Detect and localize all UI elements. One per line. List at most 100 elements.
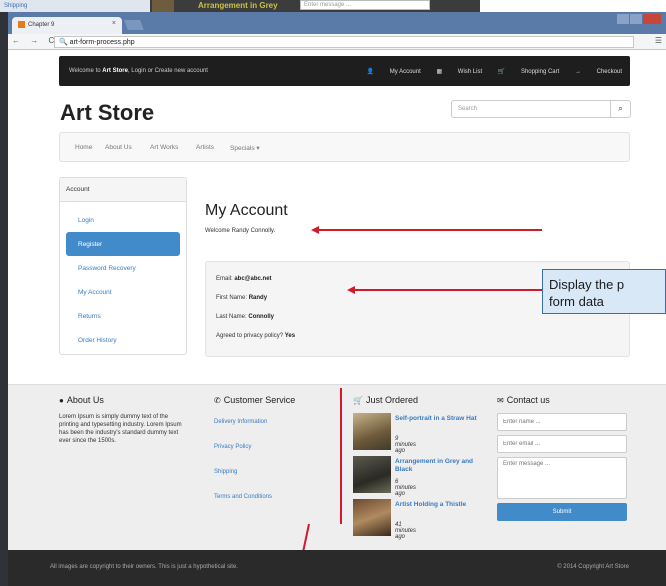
window-controls — [616, 14, 662, 26]
order-time: 9 minutes ago — [395, 436, 417, 454]
order-title[interactable]: Self-portrait in a Straw Hat — [395, 415, 483, 423]
background-message-input: Enter message ... — [300, 0, 430, 10]
footer-about: ● About Us Lorem Ipsum is simply dummy te… — [59, 395, 189, 445]
copyright-bar: All images are copyright to their owners… — [8, 550, 666, 586]
privacy-row: Agreed to privacy policy? Yes — [216, 333, 296, 339]
footer: ● About Us Lorem Ipsum is simply dummy te… — [8, 384, 666, 550]
sidebar-item-my-account[interactable]: My Account — [60, 280, 186, 304]
footer-just-ordered: 🛒 Just Ordered Self-portrait in a Straw H… — [353, 395, 477, 542]
background-panel — [480, 0, 666, 12]
store-name: Art Store — [102, 68, 128, 74]
footer-contact: ✉Contact us Submit — [497, 395, 627, 521]
url-text: art-form-process.php — [69, 39, 135, 46]
tab-close-icon[interactable]: × — [112, 20, 116, 27]
message-field[interactable] — [497, 457, 627, 499]
first-name-value: Randy — [248, 295, 268, 301]
cart-icon: 🛒 — [353, 396, 363, 405]
copyright-notice: All images are copyright to their owners… — [50, 564, 238, 570]
shipping-link[interactable]: Shipping — [214, 469, 295, 475]
nav-artists[interactable]: Artists — [196, 144, 214, 151]
nav-specials[interactable]: Specials ▾ — [230, 144, 260, 152]
page-title: My Account — [205, 202, 288, 219]
background-thumbnail — [152, 0, 174, 12]
submit-button[interactable]: Submit — [497, 503, 627, 521]
email-field[interactable] — [497, 435, 627, 453]
last-name-row: Last Name: Connolly — [216, 314, 275, 320]
maximize-icon[interactable] — [630, 14, 642, 24]
tab-title: Chapter 9 — [28, 22, 55, 29]
sidebar-item-register[interactable]: Register — [66, 232, 180, 256]
shopping-cart-link[interactable]: 🛒 Shopping Cart — [498, 69, 560, 75]
wish-list-link[interactable]: ▦ Wish List — [436, 69, 482, 75]
annotation-callout: Display the p form data — [542, 269, 666, 314]
top-bar: Welcome to Art Store, Login or Create ne… — [59, 56, 630, 86]
address-bar: ← → C 🔍 art-form-process.php ☰ — [8, 34, 666, 50]
search-placeholder: Search — [458, 106, 478, 112]
new-tab-button[interactable] — [124, 20, 144, 30]
background-link: Shipping — [0, 0, 150, 12]
order-item: Artist Holding a Thistle 41 minutes ago — [353, 499, 466, 542]
minimize-icon[interactable] — [617, 14, 629, 24]
about-text: Lorem Ipsum is simply dummy text of the … — [59, 414, 182, 444]
order-title[interactable]: Arrangement in Grey and Black — [395, 458, 483, 474]
info-icon: ● — [59, 396, 64, 405]
sidebar-item-order-history[interactable]: Order History — [60, 328, 186, 352]
nav-about[interactable]: About Us — [105, 144, 132, 151]
terms-link[interactable]: Terms and Conditions — [214, 494, 295, 500]
privacy-value: Yes — [284, 333, 296, 339]
order-time: 6 minutes ago — [395, 479, 417, 497]
copyright-year: © 2014 Copyright Art Store — [557, 564, 629, 570]
name-field[interactable] — [497, 413, 627, 431]
callout-line-1: Display the p — [549, 277, 625, 292]
menu-icon[interactable]: ☰ — [655, 36, 662, 45]
my-account-link[interactable]: 👤 My Account — [367, 69, 421, 75]
artwork-thumbnail[interactable] — [353, 499, 391, 536]
nav-home[interactable]: Home — [75, 144, 92, 151]
sidebar-item-returns[interactable]: Returns — [60, 304, 186, 328]
privacy-link[interactable]: Privacy Policy — [214, 444, 295, 450]
close-window-icon[interactable] — [643, 14, 661, 24]
order-title[interactable]: Artist Holding a Thistle — [395, 501, 483, 509]
email-row: Email: abc@abc.net — [216, 276, 272, 282]
sidebar-item-password-recovery[interactable]: Password Recovery — [60, 256, 186, 280]
favicon-icon — [18, 21, 25, 28]
first-name-row: First Name: Randy — [216, 295, 268, 301]
sidebar-item-login[interactable]: Login — [60, 208, 186, 232]
search-icon[interactable]: ⌕ — [610, 101, 630, 117]
email-value: abc@abc.net — [234, 276, 272, 282]
footer-service: ✆ Customer Service Delivery Information P… — [214, 395, 295, 519]
search-input[interactable]: Search ⌕ — [451, 100, 631, 118]
page: Welcome to Art Store, Login or Create ne… — [8, 50, 666, 586]
nav-artworks[interactable]: Art Works — [150, 144, 178, 151]
phone-icon: ✆ — [214, 396, 221, 405]
artwork-thumbnail[interactable] — [353, 413, 391, 450]
artwork-thumbnail[interactable] — [353, 456, 391, 493]
delivery-link[interactable]: Delivery Information — [214, 419, 295, 425]
callout-line-2: form data — [549, 294, 604, 309]
account-sidebar: Account Login Register Password Recovery… — [59, 177, 187, 355]
checkout-link[interactable]: → Checkout — [575, 69, 622, 75]
main-nav: Home About Us Art Works Artists Specials… — [59, 132, 630, 162]
tab-bar: Chapter 9 × — [8, 12, 666, 34]
annotation-arrowhead — [311, 226, 319, 234]
brand-logo[interactable]: Art Store — [60, 100, 154, 126]
annotation-arrow-shaft — [354, 289, 542, 291]
sidebar-heading: Account — [60, 178, 186, 202]
background-title: Arrangement in Grey — [198, 1, 278, 10]
about-title: About Us — [66, 395, 104, 405]
browser-tab[interactable]: Chapter 9 × — [12, 17, 122, 34]
order-item: Self-portrait in a Straw Hat 9 minutes a… — [353, 413, 477, 456]
order-item: Arrangement in Grey and Black 6 minutes … — [353, 456, 473, 499]
nav-buttons[interactable]: ← → C — [12, 36, 58, 45]
annotation-arrow-shaft — [318, 229, 542, 231]
welcome-message: Welcome Randy Connolly. — [205, 228, 276, 234]
service-title: Customer Service — [223, 395, 296, 405]
top-links: 👤 My Account ▦ Wish List 🛒 Shopping Cart… — [353, 68, 622, 75]
background-window: Shipping Arrangement in Grey Enter messa… — [0, 0, 666, 12]
welcome-text: Welcome to Art Store, Login or Create ne… — [69, 68, 208, 74]
url-input[interactable]: 🔍 art-form-process.php — [54, 36, 634, 48]
annotation-line — [340, 388, 342, 524]
ordered-title: Just Ordered — [365, 395, 418, 405]
annotation-arrowhead — [347, 286, 355, 294]
last-name-value: Connolly — [248, 314, 275, 320]
